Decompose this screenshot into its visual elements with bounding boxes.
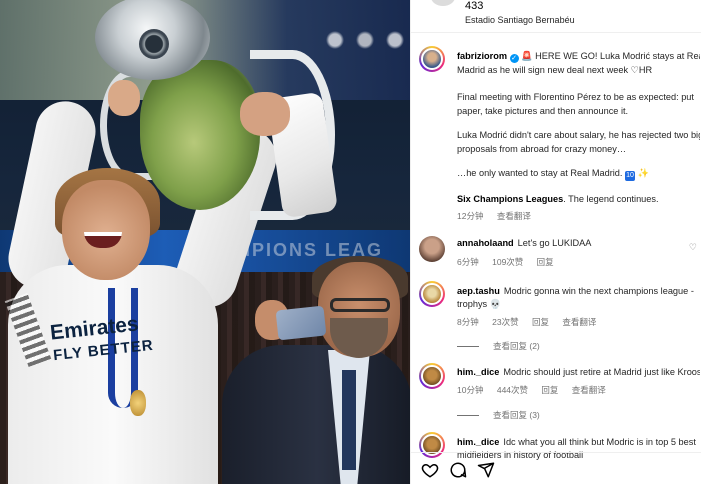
comment-icon[interactable]	[449, 461, 467, 479]
verified-badge-icon: ✓	[509, 54, 519, 63]
caption-bold-text: Six Champions Leagues	[457, 194, 564, 204]
translate-link[interactable]: 查看翻译	[562, 317, 596, 327]
comment-avatar[interactable]	[419, 363, 445, 389]
view-replies-text[interactable]: 查看回复 (2)	[493, 341, 540, 351]
view-replies-link[interactable]: 查看回复 (2)	[457, 340, 540, 352]
caption-line-6: proposals from abroad for crazy money…	[457, 144, 627, 154]
comment-likes[interactable]: 23次赞	[492, 317, 518, 327]
reply-button[interactable]: 回复	[541, 385, 558, 395]
photographer-tie	[342, 370, 356, 470]
comment-meta: 8分钟 23次赞 回复 查看翻译	[457, 316, 607, 328]
stadium-lights	[320, 30, 410, 50]
trophy-body	[140, 60, 260, 210]
caption-meta: 12分钟 查看翻译	[457, 210, 542, 222]
comment-text-cont: trophys 💀	[457, 299, 502, 309]
comment-like-heart-icon[interactable]: ♡	[689, 242, 697, 253]
jersey-stripes	[4, 293, 52, 367]
caption-line-8: Six Champions Leagues. The legend contin…	[457, 193, 700, 207]
caption-line-5: Luka Modrić didn't care about salary, he…	[457, 130, 700, 140]
comment-avatar[interactable]	[419, 281, 445, 307]
comment-text: him._dice Idc what you all think but Modr…	[457, 436, 700, 449]
caption-line-7: …he only wanted to stay at Real Madrid. …	[457, 167, 700, 181]
siren-icon: 🚨	[521, 51, 533, 61]
comment-meta: 10分钟 444次赞 回复 查看翻译	[457, 384, 617, 396]
post-detail-panel: 433 Estadio Santiago Bernabéu fabrizioro…	[410, 0, 701, 484]
header-divider	[411, 32, 701, 33]
caption-time: 12分钟	[457, 211, 484, 221]
comment-body: Let's go LUKIDAA	[517, 238, 592, 248]
caption-line-2: Madrid as he will sign new deal next wee…	[457, 65, 653, 75]
caption-line-4: paper, take pictures and then announce i…	[457, 106, 629, 116]
reply-button[interactable]: 回复	[532, 317, 549, 327]
comment-time: 8分钟	[457, 317, 479, 327]
share-icon[interactable]	[477, 461, 495, 479]
poster-username[interactable]: 433	[465, 0, 483, 12]
comment-text: him._dice Modric should just retire at Ma…	[457, 366, 700, 379]
comment-username[interactable]: him._dice	[457, 367, 499, 377]
player-head	[62, 180, 150, 280]
view-replies-text[interactable]: 查看回复 (3)	[493, 410, 540, 420]
comment-body: Idc what you all think but Modric is in …	[503, 437, 696, 447]
number-10-icon: 10	[625, 171, 636, 181]
caption-username[interactable]: fabriziorom	[457, 51, 507, 61]
replies-dash	[457, 415, 479, 417]
comment-username[interactable]: annaholaand	[457, 238, 514, 248]
caption-line-1: fabriziorom ✓ 🚨 HERE WE GO! Luka Modrić …	[457, 50, 700, 64]
comment-username[interactable]: aep.tashu	[457, 286, 500, 296]
action-bar	[411, 452, 701, 484]
reply-button[interactable]: 回复	[537, 257, 554, 267]
comment-body: Modric gonna win the next champions leag…	[503, 286, 694, 296]
poster-avatar[interactable]	[431, 0, 455, 6]
comment-username[interactable]: him._dice	[457, 437, 499, 447]
comment-likes[interactable]: 444次赞	[497, 385, 528, 395]
caption-avatar[interactable]	[419, 46, 445, 72]
comment-time: 6分钟	[457, 257, 479, 267]
replies-dash	[457, 346, 479, 348]
player-left-hand	[108, 80, 140, 116]
comment-text: aep.tashu Modric gonna win the next champ…	[457, 285, 700, 298]
comment-body: Modric should just retire at Madrid just…	[503, 367, 700, 377]
caption-text-1: HERE WE GO! Luka Modrić stays at Real	[535, 51, 700, 61]
sparkles-icon: ✨	[637, 168, 650, 178]
comment-likes[interactable]: 109次赞	[492, 257, 523, 267]
comment-time: 10分钟	[457, 385, 484, 395]
photographer-body	[222, 345, 410, 484]
comment-avatar[interactable]	[419, 236, 445, 262]
phone-camera	[275, 305, 327, 341]
player-right-hand	[240, 92, 290, 136]
view-replies-link[interactable]: 查看回复 (3)	[457, 409, 540, 421]
heart-icon[interactable]	[421, 461, 439, 479]
comment-text: annaholaand Let's go LUKIDAA	[457, 237, 700, 250]
caption-text-8: . The legend continues.	[563, 194, 659, 204]
photographer-glasses	[330, 298, 390, 312]
translate-link[interactable]: 查看翻译	[572, 385, 606, 395]
caption-text-7: …he only wanted to stay at Real Madrid.	[457, 168, 623, 178]
trophy-ball-emblem	[139, 29, 169, 59]
post-photo[interactable]: CHAMPIONS LEAG Emirates FLY BETTER	[0, 0, 410, 484]
comment-meta: 6分钟 109次赞 回复	[457, 256, 565, 268]
caption-translate-link[interactable]: 查看翻译	[497, 211, 531, 221]
post-location[interactable]: Estadio Santiago Bernabéu	[465, 15, 575, 25]
caption-line-3: Final meeting with Florentino Pérez to b…	[457, 92, 694, 102]
winner-medal	[130, 390, 146, 416]
